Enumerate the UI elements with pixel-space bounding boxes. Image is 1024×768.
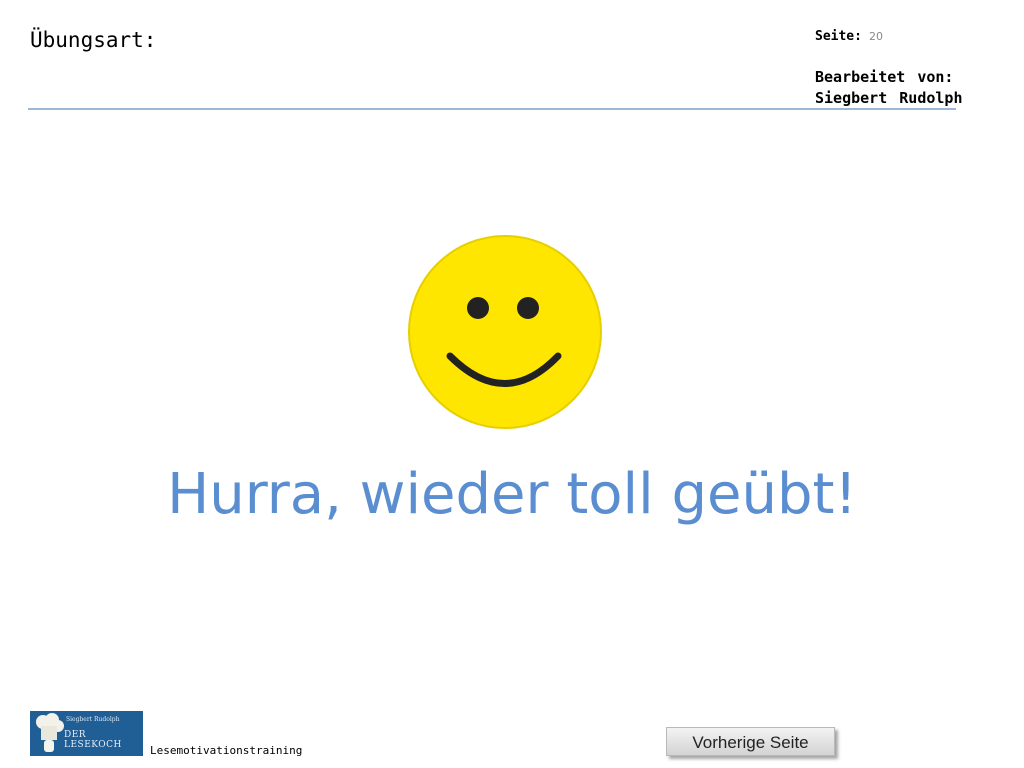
- logo-author: Siegbert Rudolph: [66, 716, 120, 723]
- exercise-type-label: Übungsart:: [30, 28, 157, 52]
- smiley-face-icon: [406, 233, 604, 431]
- edited-by-label: Bearbeitet von:: [815, 68, 954, 86]
- chef-hat-icon: [36, 713, 64, 752]
- success-headline: Hurra, wieder toll geübt!: [167, 462, 857, 527]
- previous-page-button[interactable]: Vorherige Seite: [666, 727, 835, 756]
- page-number: 20: [869, 30, 883, 43]
- training-label: Lesemotivationstraining: [150, 744, 303, 757]
- leserkoch-logo: Siegbert Rudolph DER LESEKOCH: [30, 711, 143, 756]
- edited-by-block: Bearbeitet von: Siegbert Rudolph: [815, 67, 963, 109]
- logo-brand: DER LESEKOCH: [64, 730, 122, 750]
- header-divider: [28, 108, 956, 110]
- author-name: Siegbert Rudolph: [815, 89, 963, 107]
- page-label: Seite:: [815, 29, 862, 44]
